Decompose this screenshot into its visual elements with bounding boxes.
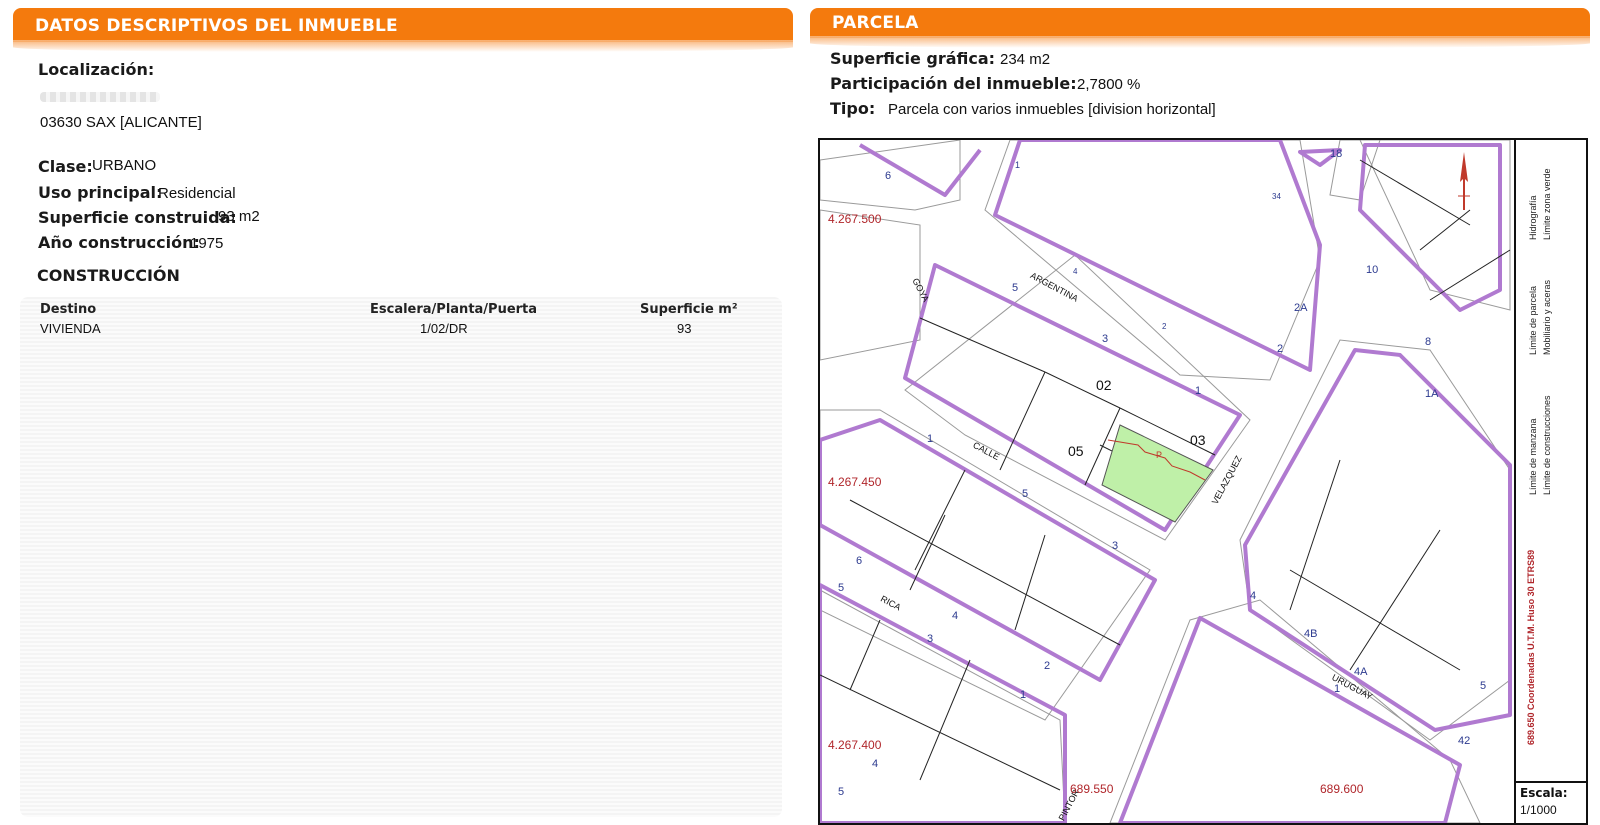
parcel-id-02: 02 bbox=[1096, 377, 1112, 393]
street-rica: RICA bbox=[878, 593, 903, 613]
participacion-value: 2,7800 % bbox=[1077, 76, 1141, 93]
left-section-title: DATOS DESCRIPTIVOS DEL INMUEBLE bbox=[35, 16, 398, 36]
coord-y-4267450: 4.267.450 bbox=[828, 475, 882, 489]
table-header-escalera: Escalera/Planta/Puerta bbox=[370, 302, 538, 317]
table-header-destino: Destino bbox=[40, 302, 97, 317]
house-number: 5 bbox=[1022, 488, 1029, 500]
construccion-table: Destino Escalera/Planta/Puerta Superfici… bbox=[20, 297, 782, 817]
house-number: 10 bbox=[1366, 264, 1379, 276]
coord-y-4267400: 4.267.400 bbox=[828, 738, 882, 752]
coord-crs: Coordenadas U.T.M. Huso 30 ETRS89 bbox=[1526, 549, 1536, 710]
right-section-header: PARCELA bbox=[810, 8, 1590, 48]
house-number: 2 bbox=[1277, 343, 1284, 355]
localizacion-value: 03630 SAX [ALICANTE] bbox=[40, 114, 202, 131]
house-number: 18 bbox=[1330, 148, 1343, 160]
house-number: 8 bbox=[1425, 336, 1432, 348]
table-cell-escalera: 1/02/DR bbox=[420, 321, 468, 336]
legend-item-construcciones: Límite de construcciones bbox=[1542, 395, 1552, 495]
house-number: 34 bbox=[1272, 192, 1281, 201]
coord-y-4267500: 4.267.500 bbox=[828, 212, 882, 226]
anio-construccion-value: 1975 bbox=[190, 235, 224, 252]
parcel-id-05: 05 bbox=[1068, 443, 1084, 459]
house-number: 4B bbox=[1304, 628, 1318, 640]
superficie-grafica-value: 234 m2 bbox=[1000, 51, 1051, 68]
coord-x-689600: 689.600 bbox=[1320, 782, 1364, 796]
table-cell-destino: VIVIENDA bbox=[40, 321, 101, 336]
house-number: 1 bbox=[1015, 160, 1021, 170]
clase-value: URBANO bbox=[92, 157, 157, 174]
house-number: 4 bbox=[872, 758, 879, 770]
house-number: 2 bbox=[1162, 322, 1167, 331]
house-number: 4 bbox=[1073, 267, 1078, 276]
tipo-label: Tipo: bbox=[830, 99, 876, 118]
house-number: 5 bbox=[1012, 282, 1019, 294]
house-number: 6 bbox=[856, 555, 863, 567]
scale-box: Escala: 1/1000 bbox=[1516, 781, 1586, 823]
redacted-address bbox=[40, 92, 160, 102]
house-number: 5 bbox=[1480, 680, 1487, 692]
house-number: 1A bbox=[1425, 388, 1439, 400]
street-calle: CALLE bbox=[971, 439, 1002, 463]
parcel-marker: P bbox=[1156, 450, 1163, 460]
table-header-superficie: Superficie m² bbox=[640, 302, 738, 317]
uso-value: Residencial bbox=[158, 185, 236, 202]
scale-label: Escala: bbox=[1520, 786, 1568, 800]
house-number: 42 bbox=[1458, 735, 1471, 747]
uso-label: Uso principal: bbox=[38, 183, 163, 202]
tipo-value: Parcela con varios inmuebles [division h… bbox=[888, 101, 1216, 118]
scale-value: 1/1000 bbox=[1520, 803, 1557, 817]
parcel-id-03: 03 bbox=[1190, 432, 1206, 448]
anio-construccion-label: Año construcción: bbox=[38, 233, 200, 252]
house-number: 5 bbox=[838, 582, 845, 594]
legend-item-hidrografia: Hidrografía bbox=[1528, 195, 1538, 240]
house-number: 2A bbox=[1294, 302, 1308, 314]
street-goya: GOYA bbox=[910, 276, 932, 304]
house-number: 5 bbox=[838, 786, 845, 798]
house-number: 4 bbox=[952, 610, 959, 622]
legend-item-manzana: Límite de manzana bbox=[1528, 418, 1538, 495]
superficie-construida-label: Superficie construida: bbox=[38, 208, 237, 227]
legend-item-mobiliario: Mobiliario y aceras bbox=[1542, 279, 1552, 355]
house-number: 3 bbox=[1102, 333, 1109, 345]
table-cell-superficie: 93 bbox=[677, 321, 692, 336]
localizacion-label: Localización: bbox=[38, 60, 155, 79]
house-number: 3 bbox=[1112, 540, 1119, 552]
house-number: 3 bbox=[927, 633, 934, 645]
coord-x-689550: 689.550 bbox=[1070, 782, 1114, 796]
participacion-label: Participación del inmueble: bbox=[830, 74, 1077, 93]
house-number: 1 bbox=[1334, 683, 1341, 695]
legend-item-parcela: Límite de parcela bbox=[1528, 285, 1538, 355]
construccion-title: CONSTRUCCIÓN bbox=[37, 266, 180, 285]
house-number: 4 bbox=[1250, 590, 1257, 602]
coord-x-689650: 689.650 bbox=[1526, 712, 1536, 745]
superficie-construida-value: 93 m2 bbox=[218, 208, 260, 225]
left-section-header: DATOS DESCRIPTIVOS DEL INMUEBLE bbox=[13, 8, 793, 52]
map-legend: 689.650 Coordenadas U.T.M. Huso 30 ETRS8… bbox=[1514, 140, 1586, 823]
street-velazquez: VELAZQUEZ bbox=[1209, 454, 1244, 506]
house-number: 1 bbox=[927, 433, 934, 445]
house-number: 4A bbox=[1354, 666, 1368, 678]
house-number: 6 bbox=[885, 170, 892, 182]
house-number: 1 bbox=[1020, 689, 1027, 701]
legend-crs: 689.650 Coordenadas U.T.M. Huso 30 ETRS8… bbox=[1526, 550, 1538, 746]
right-section-title: PARCELA bbox=[832, 13, 919, 33]
house-number: 1 bbox=[1195, 385, 1202, 397]
legend-item-zona-verde: Límite zona verde bbox=[1542, 168, 1552, 240]
cadastral-map[interactable]: 02 03 05 P GOYA ARGENTINA CALLE VELAZQUE… bbox=[818, 138, 1588, 825]
superficie-grafica-label: Superficie gráfica: bbox=[830, 49, 996, 68]
house-number: 2 bbox=[1044, 660, 1051, 672]
north-arrow-icon bbox=[1458, 152, 1470, 210]
clase-label: Clase: bbox=[38, 157, 93, 176]
